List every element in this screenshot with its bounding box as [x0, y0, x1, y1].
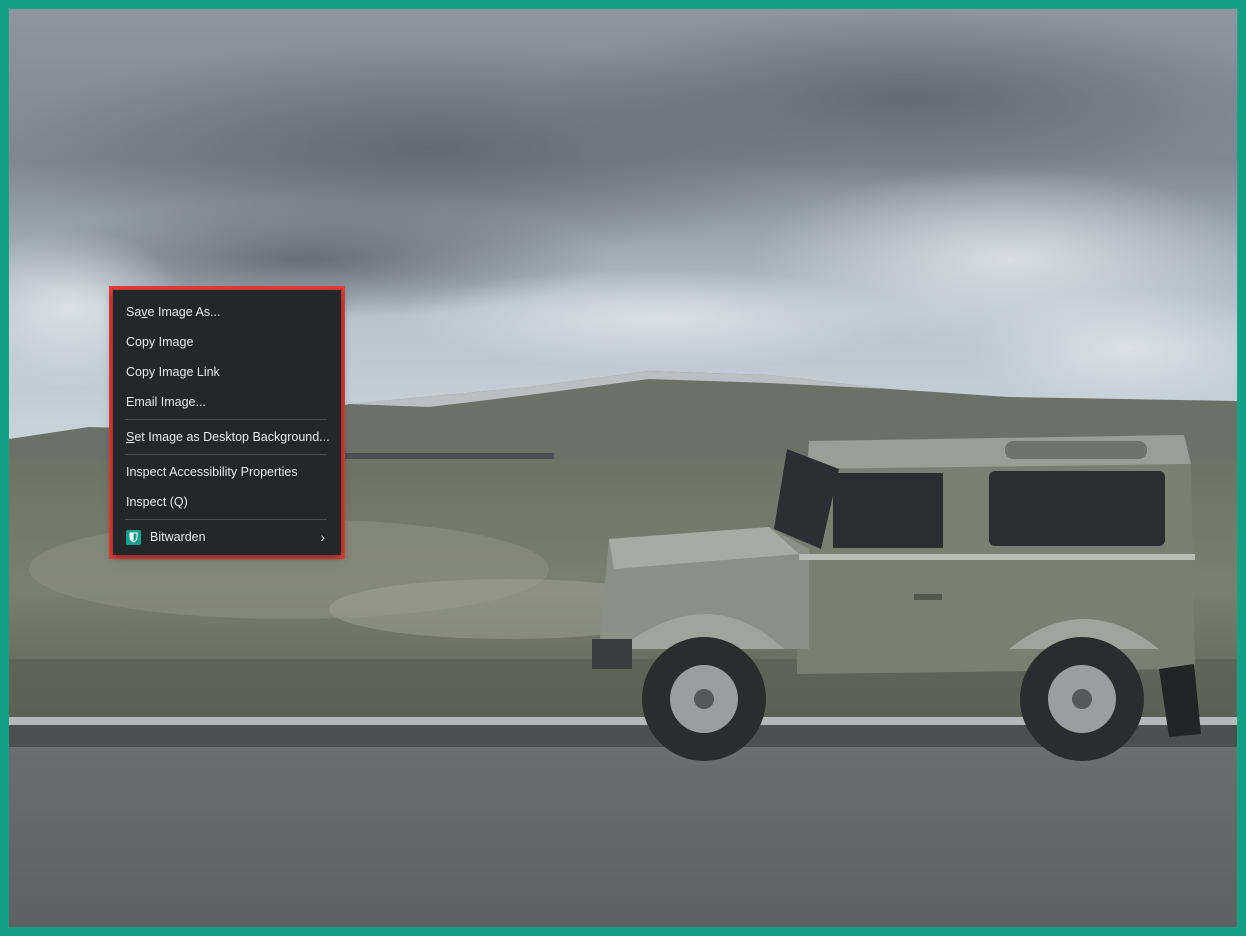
menu-separator [125, 519, 327, 520]
chevron-right-icon: › [320, 529, 325, 545]
inspect-accessibility-item[interactable]: Inspect Accessibility Properties [113, 457, 341, 487]
email-image-item[interactable]: Email Image... [113, 387, 341, 417]
bitwarden-submenu-item[interactable]: Bitwarden › [113, 522, 341, 552]
inspect-item[interactable]: Inspect (Q) [113, 487, 341, 517]
copy-image-item[interactable]: Copy Image [113, 327, 341, 357]
bitwarden-shield-icon [126, 529, 141, 545]
save-image-as-item[interactable]: Save Image As... [113, 297, 341, 327]
menu-separator [125, 419, 327, 420]
menu-separator [125, 454, 327, 455]
copy-image-link-item[interactable]: Copy Image Link [113, 357, 341, 387]
context-menu: Save Image As... Copy Image Copy Image L… [113, 290, 341, 555]
set-desktop-background-item[interactable]: Set Image as Desktop Background... [113, 422, 341, 452]
